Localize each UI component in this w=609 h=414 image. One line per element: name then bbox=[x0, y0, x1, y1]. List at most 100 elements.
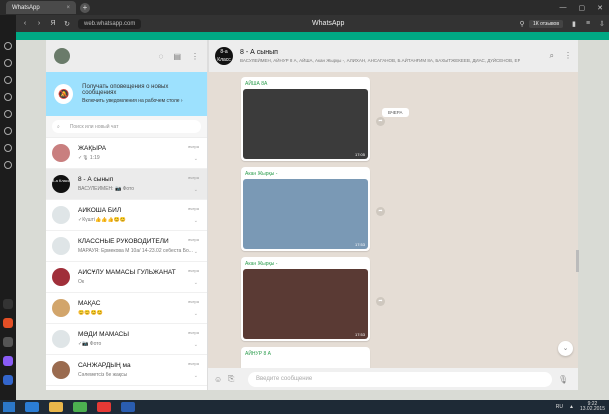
url-field[interactable]: web.whatsapp.com bbox=[78, 18, 142, 29]
mail-icon[interactable] bbox=[3, 318, 13, 328]
taskbar-chrome-icon[interactable] bbox=[73, 402, 87, 412]
avatar[interactable] bbox=[54, 48, 70, 64]
chat-time: вчера bbox=[188, 206, 199, 211]
start-button[interactable] bbox=[3, 402, 15, 412]
close-tab-icon[interactable]: × bbox=[66, 5, 70, 11]
play-icon[interactable] bbox=[4, 127, 12, 135]
message-bubble[interactable]: АЙША 8А 17:05 bbox=[241, 77, 370, 161]
message-input[interactable]: Введите сообщение bbox=[248, 371, 552, 387]
chat-list-item[interactable]: МАҚАС 😊😊😊😊 вчера ⌄ bbox=[46, 293, 207, 324]
chat-list-item[interactable]: КЛАССНЫЕ РУКОВОДИТЕЛИ МАРАУЯ: Ермекова М … bbox=[46, 231, 207, 262]
message-sender: Акан Жырқы - bbox=[245, 171, 278, 177]
chevron-down-icon[interactable]: ⌄ bbox=[194, 156, 198, 162]
chat-avatar bbox=[52, 361, 70, 379]
chevron-down-icon[interactable]: ⌄ bbox=[194, 280, 198, 286]
taskbar-folder-icon[interactable] bbox=[49, 402, 63, 412]
chat-list-item[interactable]: МӘДИ МАМАСЫ ✓📷 Фото вчера ⌄ bbox=[46, 324, 207, 355]
chat-avatar bbox=[52, 299, 70, 317]
scroll-down-button[interactable]: ⌄ bbox=[558, 341, 573, 356]
chevron-down-icon[interactable]: ⌄ bbox=[194, 373, 198, 379]
notification-banner[interactable]: 🔕 Получать оповещения о новых сообщениях… bbox=[46, 72, 207, 116]
video-thumbnail[interactable]: 17:53 bbox=[243, 269, 368, 339]
group-members: ВАСУЛЕЙМЕН, АЙНУР 8 А, АЙША, Акан Жырқы … bbox=[240, 58, 520, 63]
search-messages-icon[interactable]: ⌕ bbox=[550, 51, 554, 61]
extension-icon[interactable]: ⚲ bbox=[515, 20, 529, 28]
bookmark-icon[interactable]: ▮ bbox=[567, 20, 581, 28]
app-icon-2[interactable] bbox=[3, 375, 13, 385]
message-bubble[interactable]: АЙНУР 8 А bbox=[241, 347, 370, 368]
language-indicator[interactable]: RU bbox=[556, 404, 563, 410]
notification-link[interactable]: Включить уведомления на рабочем столе › bbox=[82, 98, 199, 104]
clock[interactable]: 9:22 13.02.2015 bbox=[580, 402, 605, 412]
chat-menu-icon[interactable]: ⋮ bbox=[564, 51, 572, 61]
chevron-down-icon[interactable]: ⌄ bbox=[194, 187, 198, 193]
video-thumbnail[interactable]: 17:53 bbox=[243, 179, 368, 249]
maximize-icon[interactable]: ▢ bbox=[579, 4, 586, 12]
conversation-pane: 8-а Класс 8 - А сынып ВАСУЛЕЙМЕН, АЙНУР … bbox=[208, 40, 578, 390]
chevron-down-icon[interactable]: ⌄ bbox=[194, 249, 198, 255]
emoji-icon[interactable]: ☺ bbox=[214, 375, 228, 384]
network-icon[interactable]: ▲ bbox=[569, 404, 574, 410]
scrollbar[interactable] bbox=[576, 250, 579, 272]
chat-last-message: ВАСУЛЕЙМЕН: 📷 Фото bbox=[78, 186, 135, 192]
chat-time: вчера bbox=[188, 175, 199, 180]
browser-tab[interactable]: WhatsApp × bbox=[6, 1, 76, 14]
video-thumbnail[interactable]: 17:05 bbox=[243, 89, 368, 159]
status-icon[interactable]: ◌ bbox=[159, 52, 164, 61]
back-icon[interactable]: ‹ bbox=[18, 20, 32, 27]
menu-icon[interactable]: ≡ bbox=[581, 20, 595, 27]
forward-icon[interactable]: › bbox=[32, 20, 46, 27]
search-input[interactable]: ⌕ Поиск или новый чат bbox=[52, 120, 201, 133]
minimize-icon[interactable]: — bbox=[560, 4, 567, 12]
download-icon[interactable]: ⇩ bbox=[595, 20, 609, 28]
app-icon-1[interactable] bbox=[3, 299, 13, 309]
forward-icon[interactable]: ➦ bbox=[376, 207, 385, 216]
download-panel-icon[interactable] bbox=[4, 93, 12, 101]
alice-icon[interactable] bbox=[3, 356, 13, 366]
chevron-down-icon[interactable]: ⌄ bbox=[194, 311, 198, 317]
chat-time: вчера bbox=[188, 268, 199, 273]
more-options-icon[interactable]: ⋮ bbox=[191, 52, 199, 61]
taskbar-word-icon[interactable] bbox=[121, 402, 135, 412]
browser-logo-icon[interactable]: Я bbox=[46, 20, 60, 27]
reviews-badge[interactable]: 1К отзывов bbox=[529, 19, 563, 28]
new-chat-icon[interactable]: ▤ bbox=[173, 52, 181, 61]
chat-list-item[interactable]: АЙКОША БИЛ ✓Күшті👍👍👍😊😊 вчера ⌄ bbox=[46, 200, 207, 231]
add-app-icon[interactable] bbox=[3, 337, 13, 347]
chevron-down-icon[interactable]: ⌄ bbox=[194, 342, 198, 348]
reload-icon[interactable]: ↻ bbox=[60, 20, 74, 28]
chat-list-item[interactable]: САНЖАРДЫҢ ма Сәлеметсіз бе жақсы вчера ⌄ bbox=[46, 355, 207, 386]
history-icon[interactable] bbox=[4, 42, 12, 50]
media-icon[interactable] bbox=[4, 110, 12, 118]
date-chip: ВЧЕРА bbox=[382, 108, 409, 117]
notes-icon[interactable] bbox=[4, 161, 12, 169]
clock-icon[interactable] bbox=[4, 59, 12, 67]
message-bubble[interactable]: Акан Жырқы - 17:53 bbox=[241, 167, 370, 251]
chat-list: ЖАҚЫРА ✓🎙 1:19 вчера ⌄ 8-а Класс 8 - А сынып В… bbox=[46, 138, 207, 386]
browser-side-panel bbox=[0, 15, 16, 400]
music-icon[interactable] bbox=[4, 144, 12, 152]
taskbar-ie-icon[interactable] bbox=[25, 402, 39, 412]
video-thumbnail[interactable] bbox=[243, 359, 368, 368]
new-tab-button[interactable]: + bbox=[80, 2, 90, 13]
star-icon[interactable] bbox=[4, 76, 12, 84]
close-window-icon[interactable]: ✕ bbox=[597, 4, 603, 12]
microphone-icon[interactable]: 🎙 bbox=[558, 375, 572, 384]
message-bubble[interactable]: Акан Жырқы - 17:53 bbox=[241, 257, 370, 341]
attach-icon[interactable]: ⎘ bbox=[228, 374, 242, 384]
chat-list-item[interactable]: 8-а Класс 8 - А сынып ВАСУЛЕЙМЕН: 📷 Фото вч… bbox=[46, 169, 207, 200]
forward-icon[interactable]: ➦ bbox=[376, 297, 385, 306]
chevron-down-icon[interactable]: ⌄ bbox=[194, 218, 198, 224]
address-bar: ‹ › Я ↻ web.whatsapp.com WhatsApp ⚲ 1К о… bbox=[0, 15, 609, 32]
conversation-header[interactable]: 8-а Класс 8 - А сынып ВАСУЛЕЙМЕН, АЙНУР … bbox=[208, 40, 578, 72]
forward-icon[interactable]: ➦ bbox=[376, 117, 385, 126]
group-avatar[interactable]: 8-а Класс bbox=[215, 47, 233, 65]
chat-last-message: Ок bbox=[78, 279, 85, 285]
system-tray: RU ▲ 9:22 13.02.2015 bbox=[556, 402, 609, 412]
chat-avatar bbox=[52, 268, 70, 286]
taskbar-yandex-icon[interactable] bbox=[97, 402, 111, 412]
chat-time: вчера bbox=[188, 144, 199, 149]
chat-list-item[interactable]: ЖАҚЫРА ✓🎙 1:19 вчера ⌄ bbox=[46, 138, 207, 169]
chat-list-item[interactable]: АЙСҰЛУ МАМАСЫ ГУЛЬЖАНАТ Ок вчера ⌄ bbox=[46, 262, 207, 293]
chat-avatar bbox=[52, 144, 70, 162]
